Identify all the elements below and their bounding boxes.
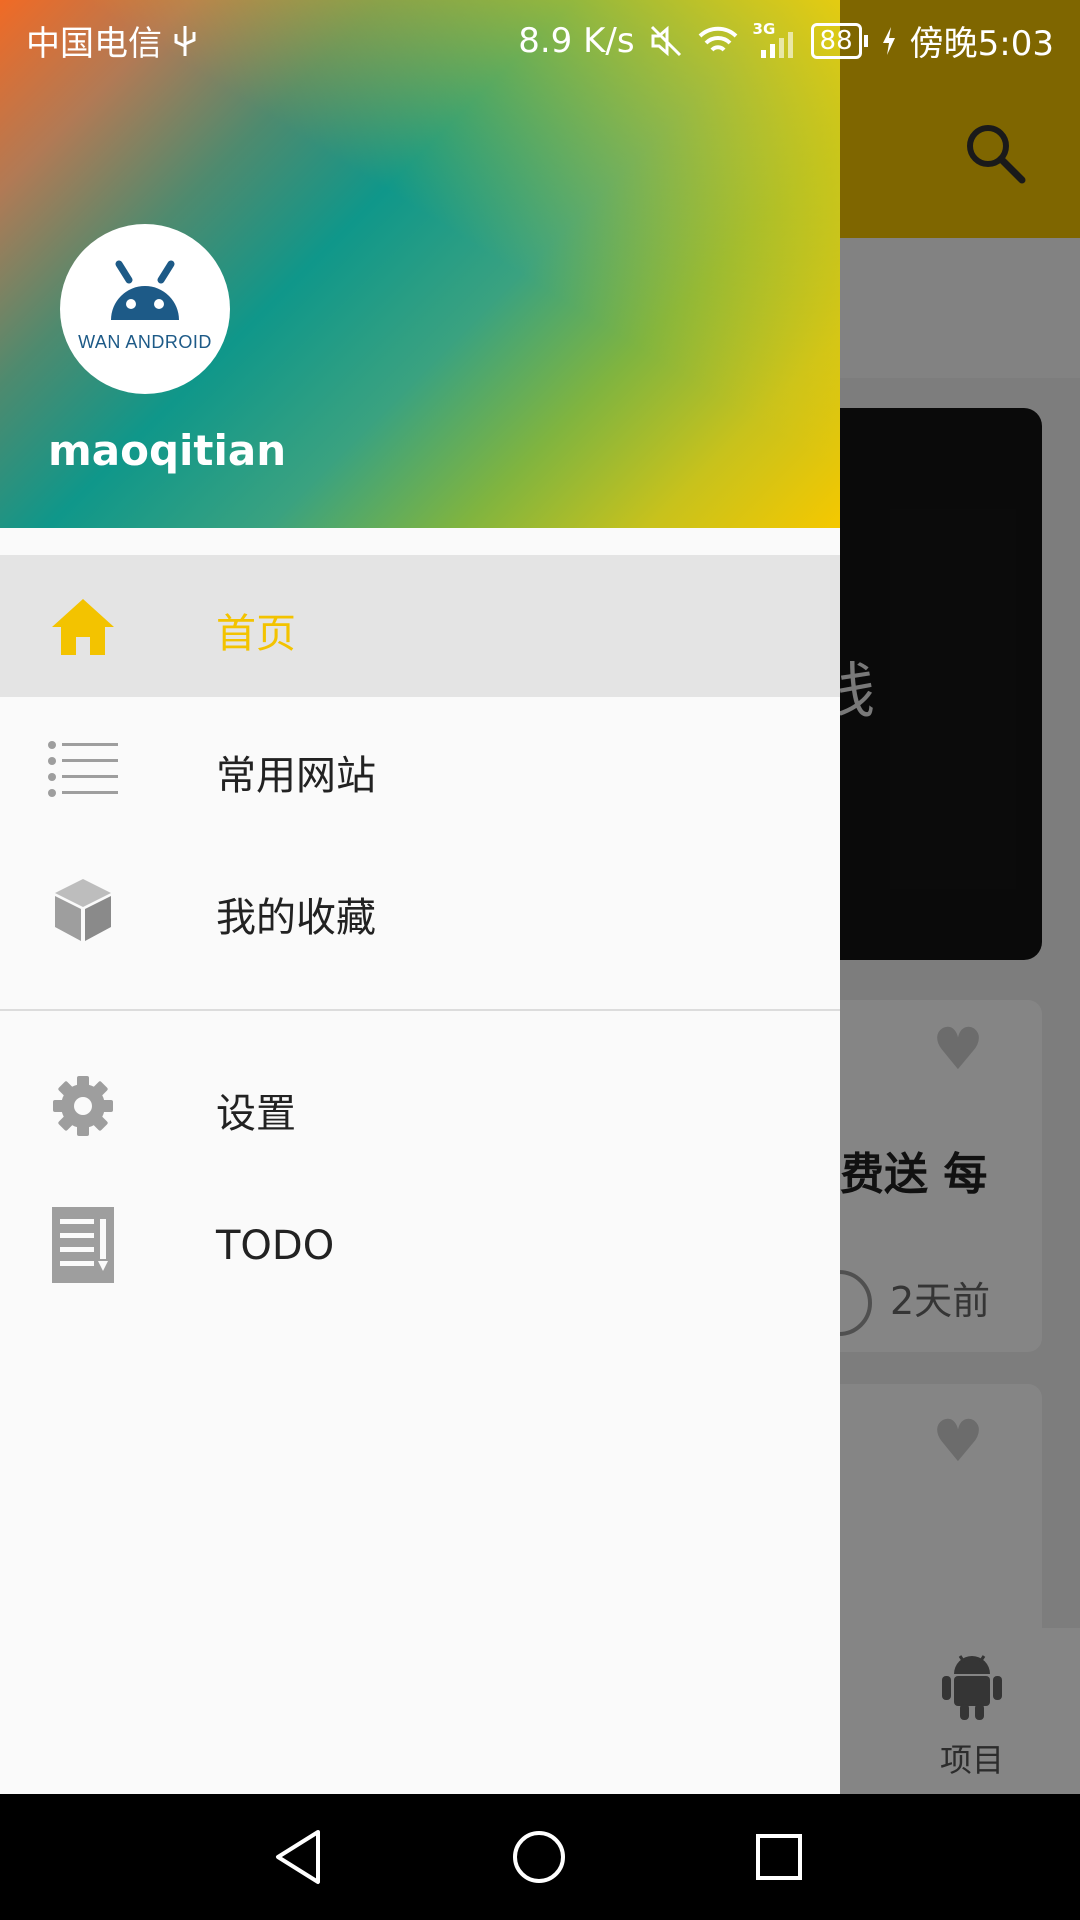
home-icon xyxy=(52,599,114,655)
system-navigation-bar xyxy=(0,1794,1080,1920)
mute-icon xyxy=(650,25,681,56)
home-button-icon[interactable] xyxy=(506,1824,572,1890)
gear-icon xyxy=(53,1076,113,1136)
menu-item-todo[interactable]: TODO xyxy=(0,1177,840,1319)
username[interactable]: maoqitian xyxy=(48,426,286,475)
avatar-text: WAN ANDROID xyxy=(78,332,212,352)
todo-icon xyxy=(52,1207,114,1283)
menu-label: TODO xyxy=(216,1223,335,1269)
android-logo-icon xyxy=(111,260,179,320)
status-bar: 中国电信 8.9 K/s 3G 88 傍晚5:03 xyxy=(0,0,1080,76)
avatar[interactable]: WAN ANDROID xyxy=(60,224,230,394)
clock: 傍晚5:03 xyxy=(909,24,1054,64)
list-icon xyxy=(48,741,118,797)
network-speed: 8.9 K/s xyxy=(518,20,635,61)
navigation-drawer: WAN ANDROID maoqitian 首页 常用网站 我的收藏 设置 TO… xyxy=(0,0,840,1794)
menu-label: 设置 xyxy=(216,1091,296,1137)
menu-label: 常用网站 xyxy=(216,753,376,799)
wifi-icon xyxy=(698,26,737,52)
menu-item-favorites[interactable]: 我的收藏 xyxy=(0,839,840,981)
battery-level: 88 xyxy=(810,22,862,59)
menu-item-home[interactable]: 首页 xyxy=(0,555,840,697)
cube-icon xyxy=(55,879,111,941)
back-icon[interactable] xyxy=(266,1824,332,1890)
menu-item-websites[interactable]: 常用网站 xyxy=(0,697,840,839)
screen: 目 线 ♥ 费送 每 2天前 ♥ 项目 xyxy=(0,0,1080,1794)
charging-icon xyxy=(882,26,895,55)
menu-label: 首页 xyxy=(216,611,296,657)
menu-divider xyxy=(0,1009,840,1011)
recents-icon[interactable] xyxy=(746,1824,812,1890)
usb-icon xyxy=(174,25,196,56)
carrier-name: 中国电信 xyxy=(26,24,162,64)
battery-icon: 88 xyxy=(810,22,868,59)
drawer-header: WAN ANDROID maoqitian xyxy=(0,0,840,528)
menu-label: 我的收藏 xyxy=(216,895,376,941)
menu-item-settings[interactable]: 设置 xyxy=(0,1035,840,1177)
cell-signal-icon: 3G xyxy=(753,20,797,58)
